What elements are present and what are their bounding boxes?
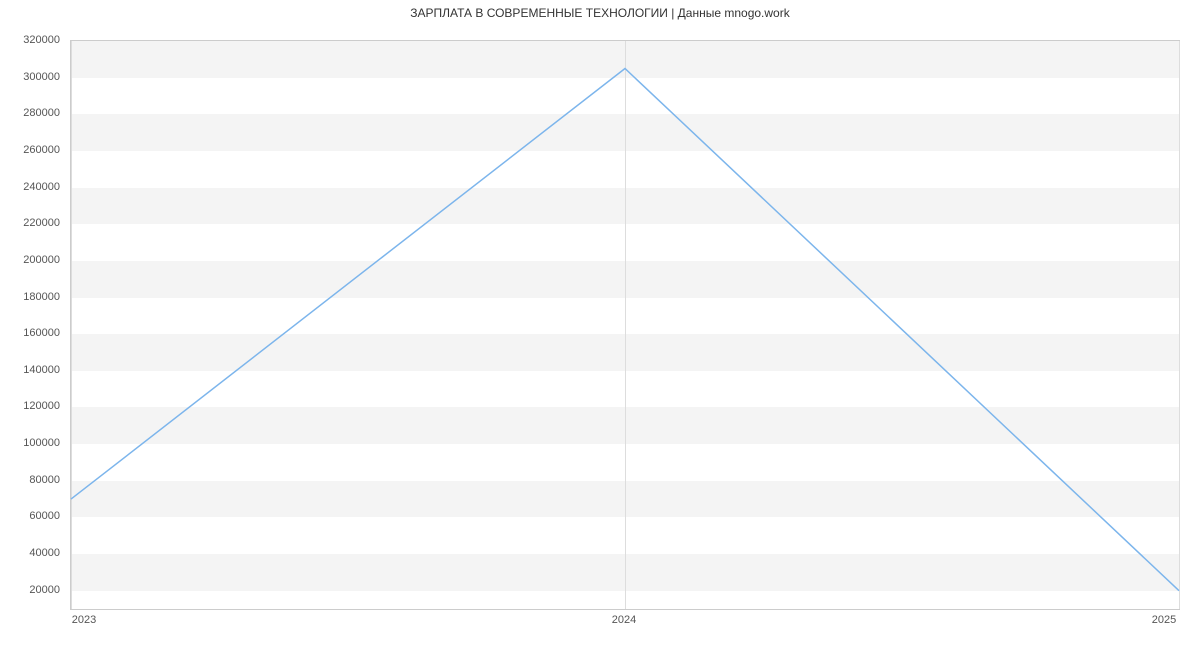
y-tick-label: 40000 [29, 547, 60, 559]
chart-title: ЗАРПЛАТА В СОВРЕМЕННЫЕ ТЕХНОЛОГИИ | Данн… [0, 6, 1200, 20]
y-tick-label: 100000 [23, 437, 60, 449]
grid-line-vertical [1179, 41, 1180, 609]
plot-area [70, 40, 1180, 610]
y-tick-label: 180000 [23, 291, 60, 303]
x-tick-label: 2023 [72, 614, 96, 626]
y-tick-label: 220000 [23, 217, 60, 229]
y-tick-label: 160000 [23, 327, 60, 339]
y-tick-label: 280000 [23, 107, 60, 119]
line-series [71, 41, 1179, 609]
y-tick-label: 120000 [23, 400, 60, 412]
y-tick-label: 20000 [29, 584, 60, 596]
y-axis-labels: 20000 40000 60000 80000 100000 120000 140000 16… [0, 40, 66, 610]
y-tick-label: 140000 [23, 364, 60, 376]
x-tick-label: 2025 [1152, 614, 1176, 626]
x-tick-label: 2024 [612, 614, 636, 626]
y-tick-label: 300000 [23, 71, 60, 83]
y-tick-label: 80000 [29, 474, 60, 486]
y-tick-label: 320000 [23, 34, 60, 46]
series-polyline [71, 68, 1179, 590]
y-tick-label: 200000 [23, 254, 60, 266]
y-tick-label: 60000 [29, 510, 60, 522]
chart-container: ЗАРПЛАТА В СОВРЕМЕННЫЕ ТЕХНОЛОГИИ | Данн… [0, 0, 1200, 650]
x-axis-labels: 2023 2024 2025 [70, 614, 1180, 634]
y-tick-label: 260000 [23, 144, 60, 156]
y-tick-label: 240000 [23, 181, 60, 193]
